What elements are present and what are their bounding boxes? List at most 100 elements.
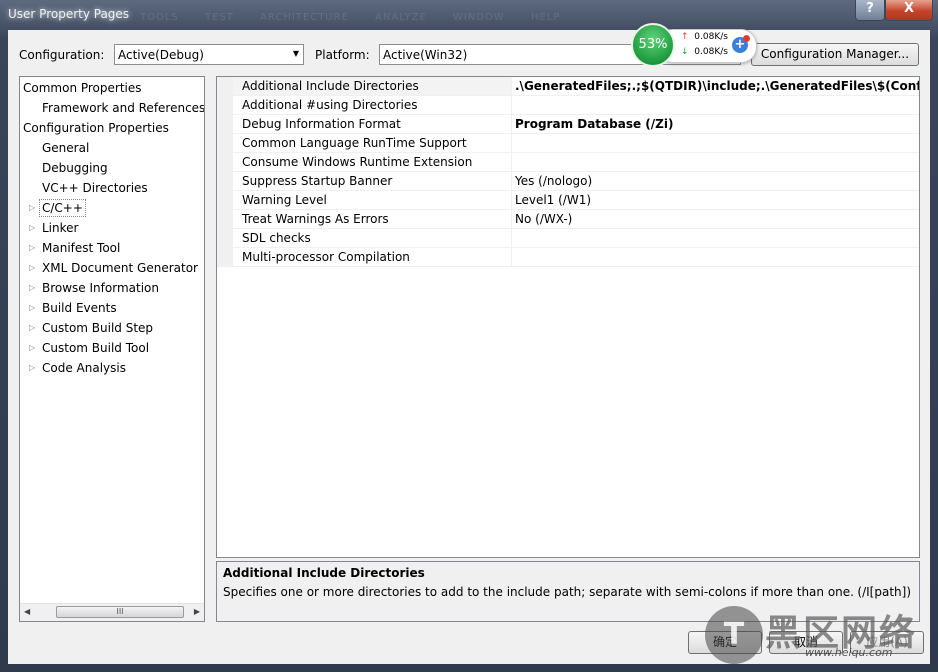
tree-item-label: Manifest Tool: [42, 241, 121, 255]
dialog-client: Configuration: Active(Debug) ▼ Platform:…: [8, 30, 930, 664]
expand-arrow-icon[interactable]: ▷: [29, 258, 39, 278]
tree-item-label: Framework and References: [42, 101, 205, 115]
tree-item-label: C/C++: [39, 199, 86, 217]
tree-item-label: General: [42, 141, 90, 155]
help-button[interactable]: ?: [855, 0, 885, 21]
property-row[interactable]: Multi-processor Compilation: [217, 248, 919, 267]
property-name: Treat Warnings As Errors: [242, 212, 389, 226]
row-margin: [217, 210, 233, 229]
column-divider: [511, 77, 512, 96]
tree-item-label: Common Properties: [23, 81, 142, 95]
download-speed: ↓ 0.08K/s: [681, 47, 728, 57]
tree-item-label: Configuration Properties: [23, 121, 169, 135]
background-menu: TOOLS TEST ARCHITECTURE ANALYZE WINDOW H…: [140, 12, 582, 23]
column-divider: [511, 172, 512, 191]
property-name: Debug Information Format: [242, 117, 401, 131]
background-menu-item: TEST: [204, 12, 234, 23]
row-margin: [217, 172, 233, 191]
column-divider: [511, 134, 512, 153]
tree-item-label: Custom Build Tool: [42, 341, 150, 355]
chevron-down-icon: ▼: [292, 49, 299, 58]
tree-item-label: Build Events: [42, 301, 117, 315]
expand-arrow-icon[interactable]: ▷: [29, 338, 39, 358]
property-row[interactable]: SDL checks: [217, 229, 919, 248]
row-margin: [217, 191, 233, 210]
scroll-right-icon[interactable]: ▶: [194, 607, 200, 616]
expand-arrow-icon[interactable]: ▷: [29, 198, 39, 218]
property-name: Warning Level: [242, 193, 327, 207]
tree-item-label: Custom Build Step: [42, 321, 154, 335]
tree-item-label: Browse Information: [42, 281, 159, 295]
property-name: Common Language RunTime Support: [242, 136, 467, 150]
property-value[interactable]: Yes (/nologo): [515, 174, 592, 188]
expand-arrow-icon[interactable]: ▷: [29, 298, 39, 318]
configuration-manager-button[interactable]: Configuration Manager...: [751, 43, 919, 66]
tree-item-label: VC++ Directories: [42, 181, 148, 195]
property-value[interactable]: .\GeneratedFiles;.;$(QTDIR)\include;.\Ge…: [515, 79, 919, 93]
property-name: SDL checks: [242, 231, 311, 245]
scrollbar-thumb[interactable]: III: [56, 606, 184, 618]
watermark-logo-icon: T: [705, 606, 763, 664]
property-grid[interactable]: Additional Include Directories .\Generate…: [216, 76, 920, 558]
title-bar[interactable]: User Property Pages TOOLS TEST ARCHITECT…: [0, 0, 938, 30]
configuration-value: Active(Debug): [118, 48, 204, 62]
property-value[interactable]: No (/WX-): [515, 212, 572, 226]
expand-arrow-icon[interactable]: ▷: [29, 318, 39, 338]
property-row[interactable]: Common Language RunTime Support: [217, 134, 919, 153]
property-name: Consume Windows Runtime Extension: [242, 155, 473, 169]
platform-label: Platform:: [315, 48, 370, 62]
upload-speed-value: 0.08K/s: [694, 32, 728, 42]
notification-dot-icon: [743, 35, 750, 42]
property-row[interactable]: Treat Warnings As Errors No (/WX-): [217, 210, 919, 229]
property-tree[interactable]: Common Properties Framework and Reference…: [19, 76, 205, 622]
row-margin: [217, 134, 233, 153]
watermark: T 黑区网络 www.heiqu.com: [705, 604, 935, 668]
window-title: User Property Pages: [8, 7, 130, 21]
property-row[interactable]: Additional Include Directories .\Generate…: [217, 77, 919, 96]
expand-arrow-icon[interactable]: ▷: [29, 218, 39, 238]
close-button[interactable]: X: [885, 0, 933, 21]
row-margin: [217, 115, 233, 134]
background-menu-item: ANALYZE: [375, 12, 427, 23]
property-row[interactable]: Consume Windows Runtime Extension: [217, 153, 919, 172]
expand-arrow-icon[interactable]: ▷: [29, 278, 39, 298]
row-margin: [217, 248, 233, 267]
background-menu-item: TOOLS: [140, 12, 179, 23]
dialog-window: User Property Pages TOOLS TEST ARCHITECT…: [0, 0, 938, 672]
platform-value: Active(Win32): [383, 48, 468, 62]
tree-item-label: Linker: [42, 221, 79, 235]
property-row[interactable]: Debug Information Format Program Database…: [217, 115, 919, 134]
description-switch: (/I[path]): [857, 585, 911, 599]
tree-item-label: XML Document Generator: [42, 261, 198, 275]
background-menu-item: HELP: [530, 12, 561, 23]
description-title: Additional Include Directories: [223, 566, 425, 580]
property-value[interactable]: Program Database (/Zi): [515, 117, 673, 131]
column-divider: [511, 191, 512, 210]
background-menu-item: ARCHITECTURE: [260, 12, 349, 23]
tree-item-label: Code Analysis: [42, 361, 126, 375]
property-name: Suppress Startup Banner: [242, 174, 393, 188]
column-divider: [511, 210, 512, 229]
property-row[interactable]: Suppress Startup Banner Yes (/nologo): [217, 172, 919, 191]
background-menu-item: WINDOW: [452, 12, 505, 23]
network-speed-widget[interactable]: 53% ↑ 0.08K/s ↓ 0.08K/s +: [631, 23, 757, 67]
watermark-url: www.heiqu.com: [805, 646, 893, 659]
expand-arrow-icon[interactable]: ▷: [29, 358, 39, 378]
expand-arrow-icon[interactable]: ▷: [29, 238, 39, 258]
property-name: Additional Include Directories: [242, 79, 419, 93]
description-text: Specifies one or more directories to add…: [223, 585, 854, 599]
upload-speed: ↑ 0.08K/s: [681, 32, 728, 42]
scroll-left-icon[interactable]: ◀: [24, 607, 30, 616]
property-row[interactable]: Additional #using Directories: [217, 96, 919, 115]
property-row[interactable]: Warning Level Level1 (/W1): [217, 191, 919, 210]
configuration-dropdown[interactable]: Active(Debug) ▼: [114, 44, 304, 65]
tree-item-label: Debugging: [42, 161, 108, 175]
horizontal-scrollbar[interactable]: ◀ III ▶: [20, 603, 204, 621]
column-divider: [511, 115, 512, 134]
network-percent[interactable]: 53%: [631, 23, 675, 67]
column-divider: [511, 229, 512, 248]
arrow-up-icon: ↑: [681, 32, 689, 42]
download-speed-value: 0.08K/s: [694, 47, 728, 57]
column-divider: [511, 248, 512, 267]
property-value[interactable]: Level1 (/W1): [515, 193, 591, 207]
